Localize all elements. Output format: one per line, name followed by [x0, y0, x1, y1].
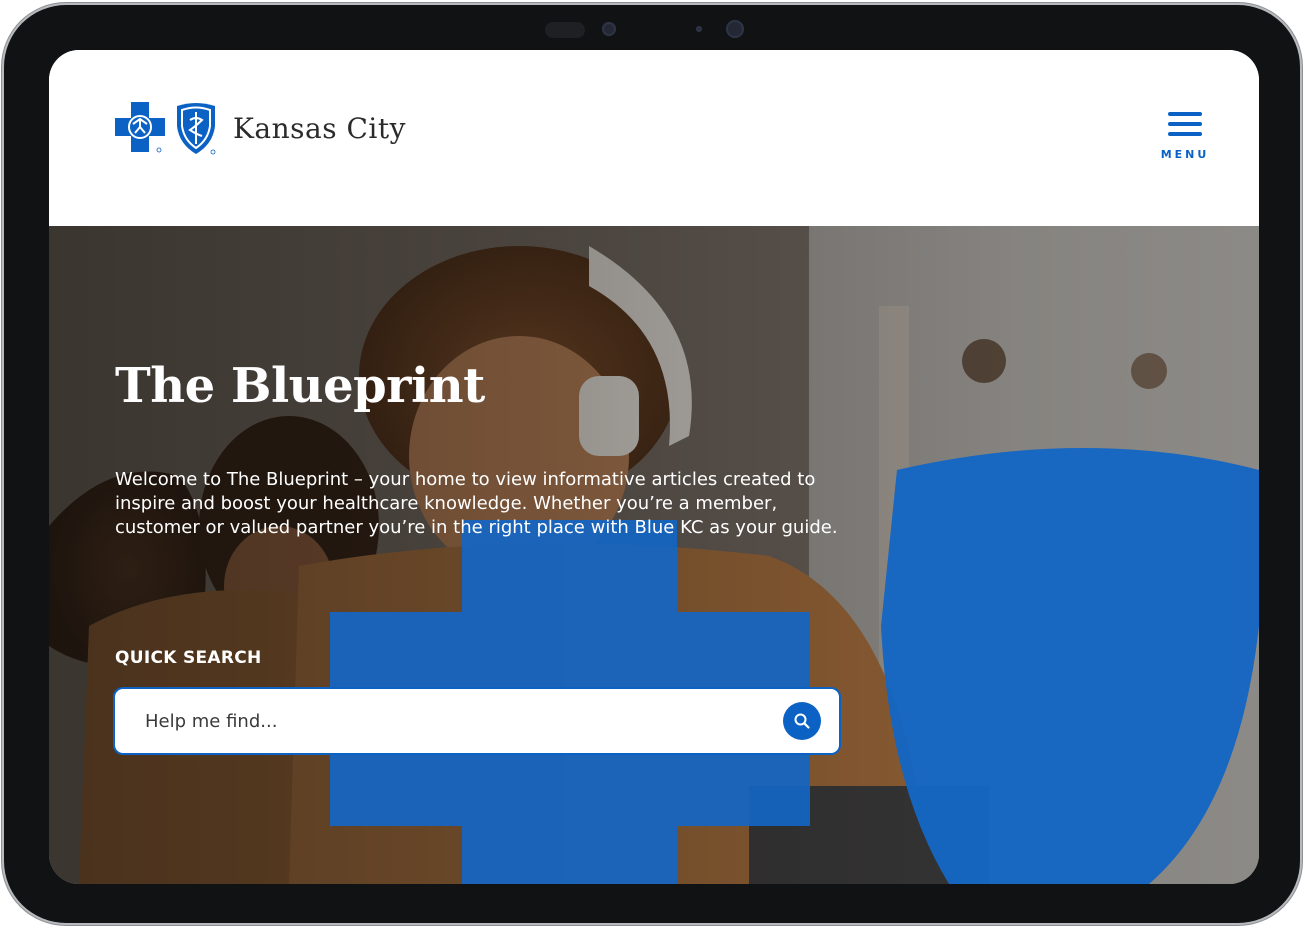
search-icon: [794, 713, 810, 729]
page-title: The Blueprint: [115, 358, 485, 414]
menu-button[interactable]: MENU: [1155, 112, 1215, 164]
search-button[interactable]: [783, 702, 821, 740]
quick-search-box: [115, 689, 839, 753]
browser-viewport: Kansas City MENU The Blueprint Welcome t…: [49, 50, 1259, 884]
sensor-lens-icon: [726, 20, 744, 38]
quick-search-label: QUICK SEARCH: [115, 648, 262, 668]
blue-shield-icon: [177, 103, 216, 155]
camera-sensor: [545, 22, 585, 38]
brand-shapes-decoration: [330, 448, 1259, 884]
brand-wordmark: Kansas City: [233, 111, 406, 145]
menu-label: MENU: [1160, 148, 1210, 161]
hamburger-icon: [1168, 112, 1202, 142]
search-input[interactable]: [131, 697, 799, 745]
hero-intro-text: Welcome to The Blueprint – your home to …: [115, 469, 838, 538]
brand-logo[interactable]: Kansas City: [115, 100, 406, 156]
site-header: Kansas City MENU: [49, 50, 1259, 226]
blue-cross-icon: [115, 102, 165, 153]
front-camera-icon: [602, 22, 616, 36]
sensor-dot-icon: [696, 26, 702, 32]
hero-banner: The Blueprint Welcome to The Blueprint –…: [49, 226, 1259, 884]
